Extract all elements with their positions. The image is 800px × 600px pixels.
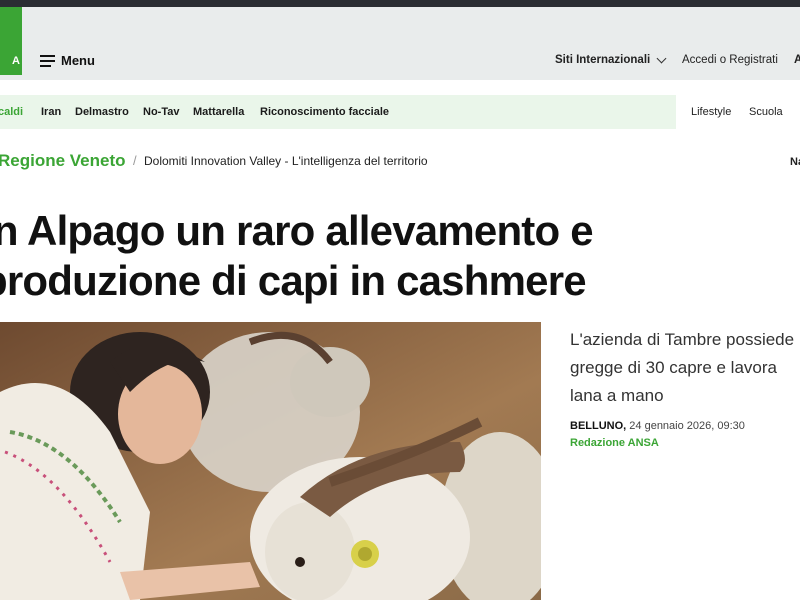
article-author[interactable]: Redazione ANSA: [570, 437, 659, 449]
article-date: 24 gennaio 2026, 09:30: [626, 420, 745, 432]
siti-internazionali-dropdown[interactable]: Siti Internazionali: [555, 53, 667, 66]
article-location: BELLUNO,: [570, 420, 627, 432]
tag-iran[interactable]: Iran: [41, 106, 61, 118]
breadcrumb-separator: /: [133, 153, 137, 168]
woman-with-goat-image: [0, 322, 541, 600]
article-subtitle: L'azienda di Tambre possiede gregge di 3…: [570, 330, 795, 405]
hot-topics-bar: caldi Iran Delmastro No-Tav Mattarella R…: [0, 95, 800, 129]
breadcrumb-region[interactable]: Regione Veneto: [0, 151, 126, 171]
article-headline: In Alpago un raro allevamento e produzio…: [0, 207, 594, 304]
login-link[interactable]: Accedi o Registrati: [682, 54, 778, 66]
siti-label: Siti Internazionali: [555, 54, 651, 66]
ansa-logo[interactable]: A: [0, 7, 22, 75]
top-strip: [0, 0, 800, 7]
article-dateline: BELLUNO, 24 gennaio 2026, 09:30: [570, 420, 745, 432]
nav-scuola[interactable]: Scuola: [749, 106, 783, 118]
hot-topics-label: caldi: [0, 106, 24, 118]
article-photo[interactable]: [0, 322, 541, 600]
chevron-down-icon: [656, 53, 667, 63]
hamburger-icon: [40, 55, 55, 67]
site-header: A Menu Siti Internazionali Accedi o Regi…: [0, 7, 800, 80]
breadcrumb-cut-link[interactable]: Na: [790, 156, 800, 168]
menu-label: Menu: [61, 53, 95, 68]
tag-delmastro[interactable]: Delmastro: [75, 106, 129, 118]
header-cut-link[interactable]: A: [794, 54, 800, 66]
menu-button[interactable]: Menu: [40, 53, 95, 68]
sections-nav: Lifestyle Scuola: [676, 95, 800, 129]
tag-mattarella[interactable]: Mattarella: [193, 106, 244, 118]
nav-lifestyle[interactable]: Lifestyle: [691, 106, 731, 118]
tag-riconoscimento-facciale[interactable]: Riconoscimento facciale: [260, 106, 389, 118]
breadcrumb-section[interactable]: Dolomiti Innovation Valley - L'intellige…: [144, 154, 428, 168]
tag-no-tav[interactable]: No-Tav: [143, 106, 179, 118]
